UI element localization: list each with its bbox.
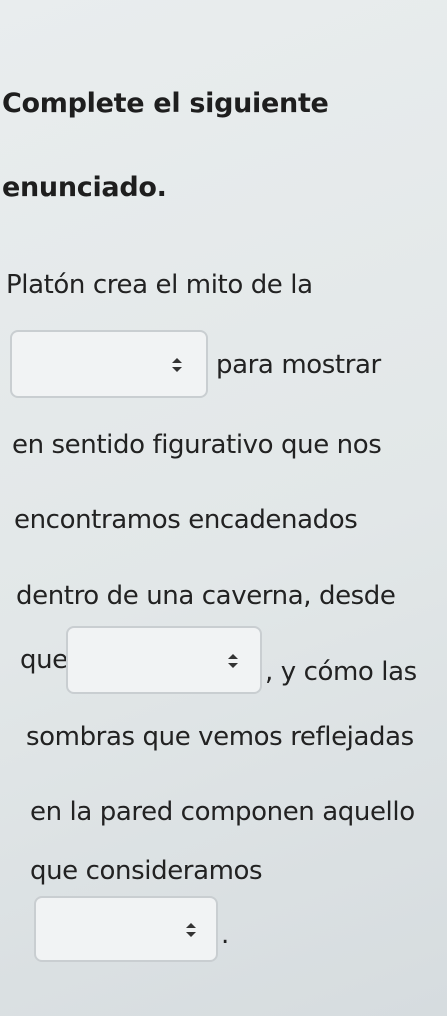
blank-dropdown-2[interactable] (66, 626, 262, 694)
statement-line-7: , y cómo las (265, 657, 417, 687)
statement-line-4: encontramos encadenados (14, 505, 358, 535)
statement-line-10: que consideramos (30, 856, 263, 886)
quiz-question: Complete el siguiente enunciado. Platón … (0, 0, 447, 1016)
statement-line-6: que (20, 645, 68, 675)
statement-period: . (221, 920, 229, 950)
statement-line-2: para mostrar (216, 350, 381, 380)
updown-chevron-icon (172, 358, 182, 372)
statement-line-5: dentro de una caverna, desde (16, 581, 396, 611)
statement-line-9: en la pared componen aquello (30, 797, 415, 827)
blank-dropdown-3[interactable] (34, 896, 218, 962)
updown-chevron-icon (228, 654, 238, 668)
statement-line-8: sombras que vemos reflejadas (26, 722, 414, 752)
blank-dropdown-1[interactable] (10, 330, 208, 398)
question-title-line-1: Complete el siguiente (2, 88, 329, 119)
statement-line-1: Platón crea el mito de la (6, 270, 313, 300)
updown-chevron-icon (186, 923, 196, 937)
statement-line-3: en sentido figurativo que nos (12, 430, 382, 460)
question-title-line-2: enunciado. (2, 172, 167, 203)
